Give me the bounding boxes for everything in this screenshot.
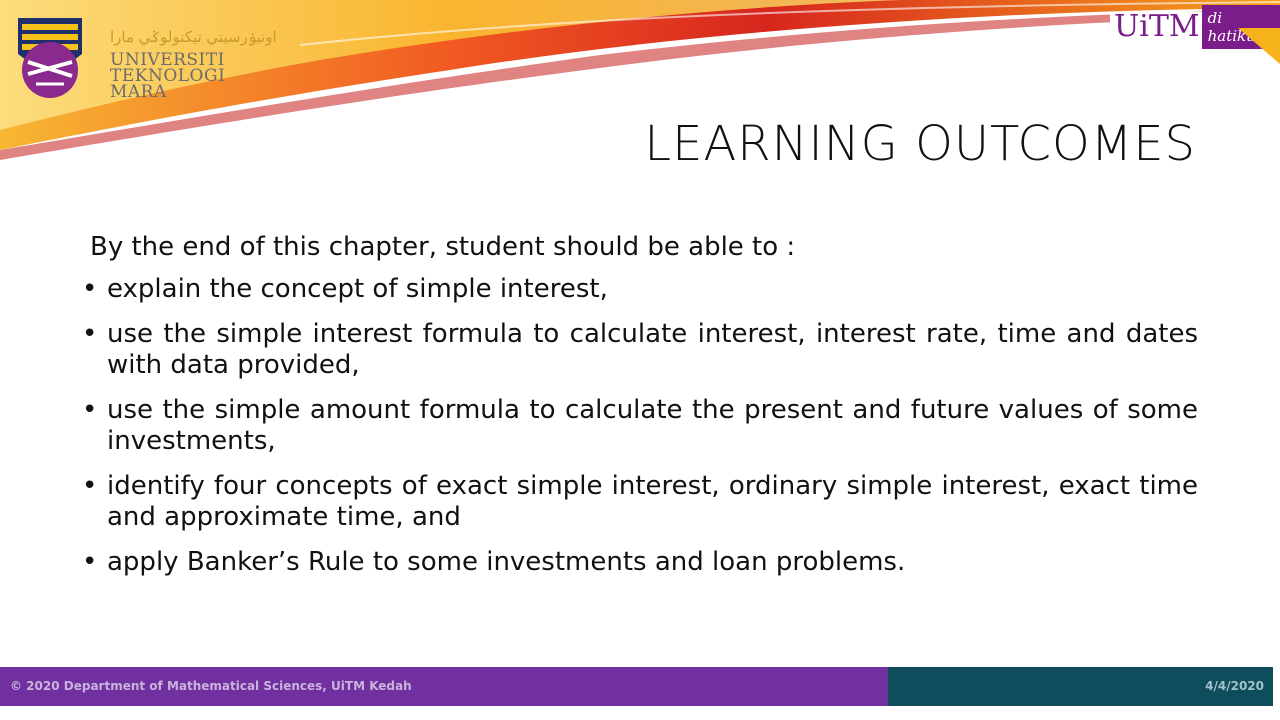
list-item-text: use the simple interest formula to calcu… [107,319,1198,380]
list-item: • apply Banker’s Rule to some investments… [80,547,1198,578]
list-item: • identify four concepts of exact simple … [80,471,1198,533]
badge-main-text: UiTM [1110,12,1202,42]
university-name: UNIVERSITI TEKNOLOGI MARA [110,52,225,102]
bullet-icon: • [82,395,98,425]
footer-copyright-bar: © 2020 Department of Mathematical Scienc… [0,667,888,706]
university-line-3: MARA [110,82,167,102]
uitm-logo: اونيۏرسيتي تيكنولوݢي مارا UNIVERSITI TEK… [14,14,277,101]
learning-outcomes-list: • explain the concept of simple interest,… [80,274,1198,578]
footer-copyright: © 2020 Department of Mathematical Scienc… [10,679,412,693]
list-item-text: identify four concepts of exact simple i… [107,471,1198,532]
jawi-university-name: اونيۏرسيتي تيكنولوݢي مارا [110,28,277,46]
slide-title: LEARNING OUTCOMES [644,116,1196,172]
list-item: • use the simple amount formula to calcul… [80,395,1198,457]
list-item: • use the simple interest formula to calc… [80,319,1198,381]
slide-body: By the end of this chapter, student shou… [80,232,1198,592]
bullet-icon: • [82,471,98,501]
bullet-icon: • [82,274,98,304]
footer-date: 4/4/2020 [1205,679,1264,693]
list-item-text: explain the concept of simple interest, [107,274,608,304]
bullet-icon: • [82,547,98,577]
list-item-text: use the simple amount formula to calcula… [107,395,1198,456]
badge-corner-decoration [1238,28,1280,64]
list-item: • explain the concept of simple interest, [80,274,1198,305]
footer-date-bar: 4/4/2020 [888,667,1273,706]
bullet-icon: • [82,319,98,349]
intro-text: By the end of this chapter, student shou… [90,232,796,262]
list-item-text: apply Banker’s Rule to some investments … [107,547,906,577]
uitm-crest-icon [18,18,82,98]
